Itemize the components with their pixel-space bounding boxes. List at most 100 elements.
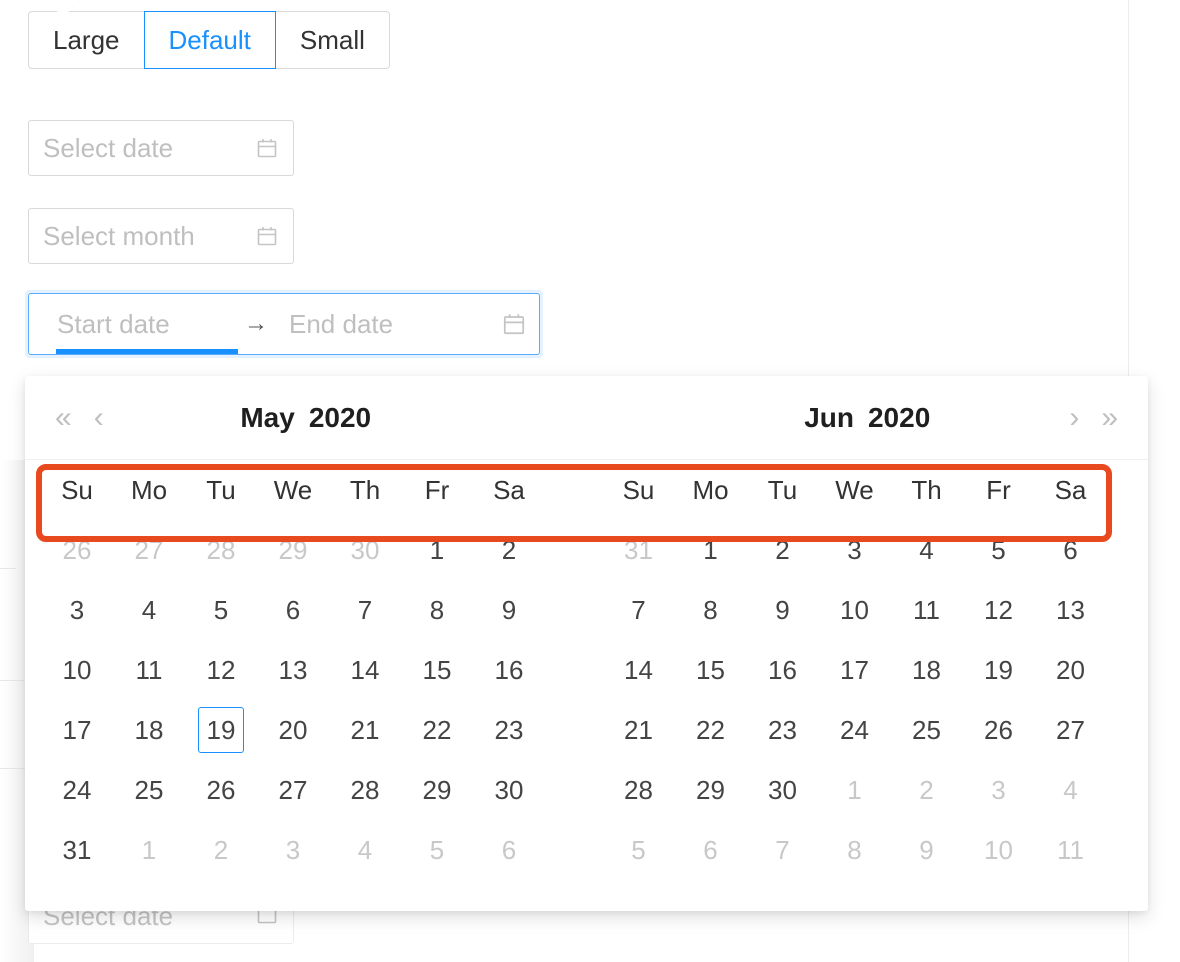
date-cell[interactable]: 14 [603,640,675,700]
date-cell[interactable]: 6 [675,820,747,880]
date-cell[interactable]: 6 [1035,520,1107,580]
date-cell[interactable]: 21 [329,700,401,760]
date-cell[interactable]: 26 [963,700,1035,760]
date-cell[interactable]: 3 [41,580,113,640]
date-cell[interactable]: 2 [185,820,257,880]
date-cell[interactable]: 22 [401,700,473,760]
date-cell-today[interactable]: 19 [185,700,257,760]
date-cell[interactable]: 3 [963,760,1035,820]
date-cell[interactable]: 4 [1035,760,1107,820]
date-cell[interactable]: 4 [329,820,401,880]
date-cell[interactable]: 8 [401,580,473,640]
date-cell[interactable]: 6 [473,820,545,880]
super-next-year-icon[interactable]: » [1101,402,1118,433]
date-cell[interactable]: 26 [185,760,257,820]
date-cell[interactable]: 27 [113,520,185,580]
date-cell[interactable]: 3 [819,520,891,580]
next-month-icon[interactable]: › [1069,402,1079,433]
date-cell[interactable]: 25 [891,700,963,760]
date-cell[interactable]: 9 [891,820,963,880]
super-prev-year-icon[interactable]: « [55,402,72,433]
date-cell[interactable]: 12 [185,640,257,700]
date-cell[interactable]: 11 [1035,820,1107,880]
year-label-right[interactable]: 2020 [868,402,930,434]
date-cell[interactable]: 23 [473,700,545,760]
date-cell[interactable]: 28 [329,760,401,820]
date-cell[interactable]: 19 [963,640,1035,700]
date-cell[interactable]: 2 [891,760,963,820]
range-end-input[interactable]: End date [273,309,471,340]
date-cell[interactable]: 16 [473,640,545,700]
size-option-default[interactable]: Default [143,11,276,69]
month-label-left[interactable]: May [240,402,294,434]
date-cell[interactable]: 30 [329,520,401,580]
date-cell[interactable]: 25 [113,760,185,820]
date-cell[interactable]: 1 [401,520,473,580]
date-cell[interactable]: 30 [473,760,545,820]
date-cell[interactable]: 23 [747,700,819,760]
date-picker-input[interactable]: Select date [28,120,294,176]
date-cell[interactable]: 8 [819,820,891,880]
date-cell[interactable]: 4 [891,520,963,580]
date-cell[interactable]: 11 [891,580,963,640]
size-option-small[interactable]: Small [275,11,390,69]
date-cell[interactable]: 17 [819,640,891,700]
date-cell[interactable]: 15 [675,640,747,700]
date-cell[interactable]: 5 [603,820,675,880]
date-cell[interactable]: 5 [185,580,257,640]
date-cell[interactable]: 20 [1035,640,1107,700]
date-cell[interactable]: 9 [747,580,819,640]
date-cell[interactable]: 7 [747,820,819,880]
date-cell[interactable]: 3 [257,820,329,880]
date-cell[interactable]: 15 [401,640,473,700]
date-cell[interactable]: 28 [603,760,675,820]
date-cell[interactable]: 31 [41,820,113,880]
date-cell[interactable]: 12 [963,580,1035,640]
date-cell[interactable]: 7 [603,580,675,640]
date-cell[interactable]: 27 [1035,700,1107,760]
date-cell[interactable]: 4 [113,580,185,640]
date-cell[interactable]: 10 [963,820,1035,880]
date-cell[interactable]: 5 [401,820,473,880]
date-cell[interactable]: 11 [113,640,185,700]
date-cell[interactable]: 29 [675,760,747,820]
date-cell[interactable]: 2 [747,520,819,580]
date-cell[interactable]: 24 [819,700,891,760]
date-cell[interactable]: 1 [113,820,185,880]
date-cell[interactable]: 27 [257,760,329,820]
date-cell[interactable]: 2 [473,520,545,580]
year-label-left[interactable]: 2020 [309,402,371,434]
date-cell[interactable]: 5 [963,520,1035,580]
date-cell[interactable]: 31 [603,520,675,580]
date-cell[interactable]: 28 [185,520,257,580]
range-start-input[interactable]: Start date [41,309,239,340]
date-cell[interactable]: 17 [41,700,113,760]
date-cell[interactable]: 29 [257,520,329,580]
date-cell[interactable]: 22 [675,700,747,760]
date-cell[interactable]: 21 [603,700,675,760]
date-cell[interactable]: 1 [675,520,747,580]
month-picker-input[interactable]: Select month [28,208,294,264]
size-radio-group[interactable]: Large Default Small [28,11,390,69]
date-cell[interactable]: 8 [675,580,747,640]
date-cell[interactable]: 16 [747,640,819,700]
prev-month-icon[interactable]: ‹ [94,402,104,433]
date-cell[interactable]: 29 [401,760,473,820]
date-cell[interactable]: 18 [113,700,185,760]
date-cell[interactable]: 14 [329,640,401,700]
range-picker[interactable]: Start date → End date [25,290,543,358]
date-cell[interactable]: 20 [257,700,329,760]
date-cell[interactable]: 9 [473,580,545,640]
date-cell[interactable]: 6 [257,580,329,640]
date-cell[interactable]: 26 [41,520,113,580]
date-cell[interactable]: 10 [819,580,891,640]
size-option-large[interactable]: Large [28,11,144,69]
date-cell[interactable]: 10 [41,640,113,700]
date-cell[interactable]: 13 [257,640,329,700]
date-cell[interactable]: 13 [1035,580,1107,640]
date-cell[interactable]: 18 [891,640,963,700]
date-cell[interactable]: 30 [747,760,819,820]
date-cell[interactable]: 1 [819,760,891,820]
date-cell[interactable]: 24 [41,760,113,820]
date-cell[interactable]: 7 [329,580,401,640]
